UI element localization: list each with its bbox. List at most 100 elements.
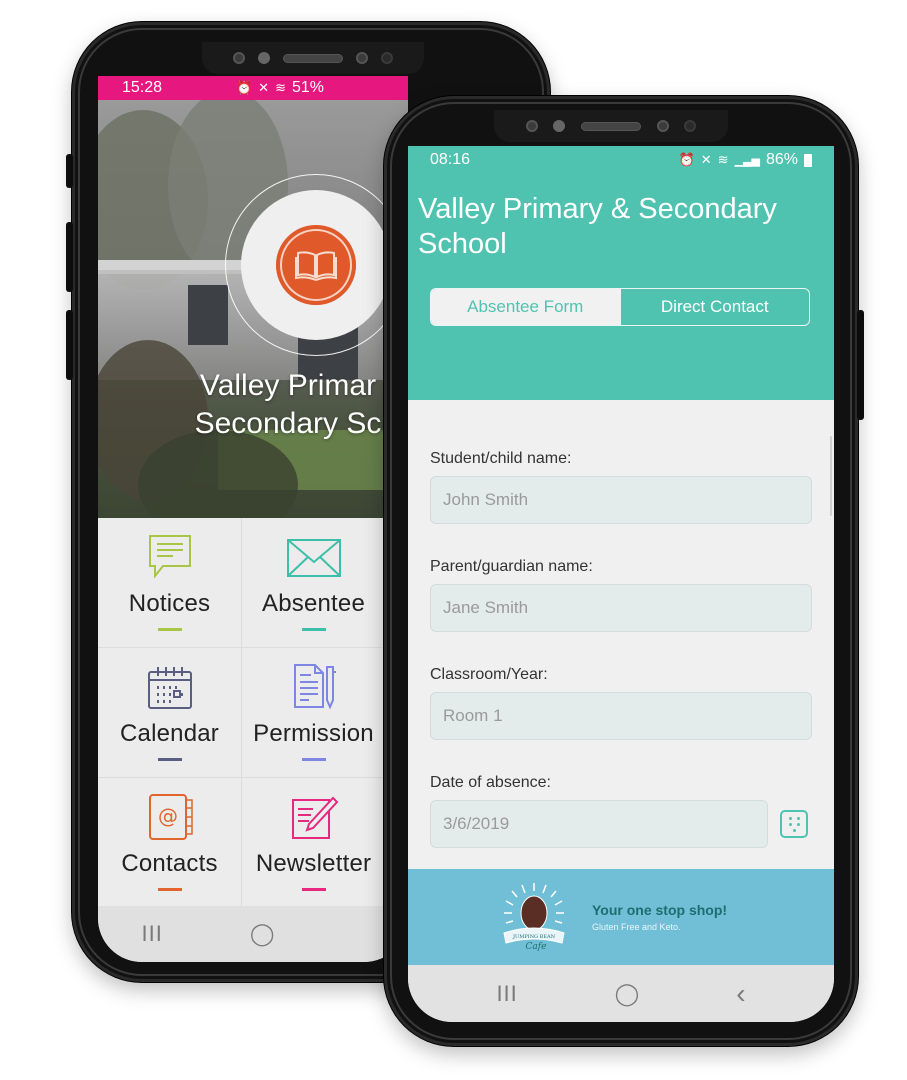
alarm-icon: ⏰ [678, 152, 695, 167]
recents-button[interactable]: III [142, 921, 163, 947]
date-label: Date of absence: [430, 774, 551, 791]
sensor-icon [684, 120, 697, 132]
svg-text:@: @ [158, 804, 178, 828]
calendar-dot [796, 816, 800, 820]
right-phone-screen: 08:16 ⏰ ✕ ≋ ▁▃▅ 86% Valley Primary & Sec… [408, 146, 834, 1022]
camera-notch [202, 42, 424, 74]
calendar-dot [792, 828, 796, 832]
cafe-brand-bottom: Cafe [526, 942, 547, 952]
tile-underline [157, 888, 182, 891]
ad-title: Your one stop shop! [592, 902, 728, 918]
calendar-icon [147, 667, 192, 709]
scrollbar[interactable] [830, 436, 832, 516]
tile-notices[interactable]: Notices [98, 518, 242, 648]
side-button [66, 154, 73, 188]
front-camera-icon [356, 52, 369, 64]
volume-button [66, 222, 73, 292]
edit-note-icon [291, 796, 338, 839]
hero-title-line: Valley Primar [199, 369, 377, 402]
sensor-icon [381, 52, 394, 64]
hero-banner: Valley Primar Secondary Sc [98, 100, 408, 518]
hero-title-line: Secondary Sc [194, 407, 382, 440]
status-time: 15:28 [122, 79, 163, 96]
segmented-tabs: Absentee Form Direct Contact [430, 288, 810, 326]
tile-permission[interactable]: Permission [242, 648, 386, 778]
signal-icon: ▁▃▅ [734, 154, 760, 167]
wifi-icon: ≋ [717, 152, 729, 167]
tile-calendar[interactable]: Calendar [98, 648, 242, 778]
recents-button[interactable]: III [496, 981, 517, 1007]
document-pen-icon [293, 664, 336, 710]
cafe-brand-top: JUMPING BEAN [512, 934, 556, 940]
calendar-dot [788, 816, 792, 820]
tile-underline [157, 628, 182, 631]
home-button[interactable]: ◯ [615, 981, 640, 1007]
menu-grid: Notices Absentee Calendar Permission @ C… [98, 518, 408, 908]
status-icons: ⏰ ✕ ≋ ▁▃▅ 86% [679, 151, 812, 169]
cafe-logo: JUMPING BEAN Cafe [498, 881, 570, 953]
app-header: 08:16 ⏰ ✕ ≋ ▁▃▅ 86% Valley Primary & Sec… [408, 146, 834, 400]
mute-icon: ✕ [258, 80, 270, 95]
tile-underline [301, 628, 326, 631]
speaker-grille [282, 53, 343, 63]
address-book-icon: @ [148, 794, 193, 840]
tab-absentee-form[interactable]: Absentee Form [431, 289, 620, 325]
tile-label: Absentee [261, 590, 365, 617]
classroom-input[interactable]: Room 1 [430, 692, 812, 740]
date-input[interactable]: 3/6/2019 [430, 800, 768, 848]
school-title: Valley Primary & Secondary School [418, 193, 777, 260]
android-nav-bar: III ◯ ‹ [408, 965, 834, 1022]
tile-label: Newsletter [255, 850, 372, 877]
hero-school-title: Valley Primar Secondary Sc [98, 367, 408, 443]
calendar-dot [788, 822, 792, 826]
status-bar: 15:28 ⏰ ✕ ≋ 51% [98, 76, 408, 100]
battery-icon [804, 153, 812, 167]
student-name-label: Student/child name: [430, 450, 572, 467]
sensor-icon [553, 120, 566, 132]
calendar-picker-button[interactable] [780, 810, 808, 838]
tab-direct-contact[interactable]: Direct Contact [619, 289, 810, 325]
status-icons: ⏰ ✕ ≋ 51% [236, 79, 384, 97]
wifi-icon: ≋ [275, 80, 286, 95]
ad-text: Your one stop shop! Gluten Free and Keto… [592, 902, 727, 932]
tile-label: Notices [128, 590, 211, 617]
back-button[interactable]: ‹ [736, 978, 745, 1010]
front-camera-icon [656, 120, 669, 132]
tile-underline [301, 888, 326, 891]
tile-underline [157, 758, 182, 761]
parent-name-input[interactable]: Jane Smith [430, 584, 812, 632]
tile-contacts[interactable]: @ Contacts [98, 778, 242, 908]
volume-button [66, 310, 73, 380]
student-name-input[interactable]: John Smith [430, 476, 812, 524]
right-phone-frame: 08:16 ⏰ ✕ ≋ ▁▃▅ 86% Valley Primary & Sec… [384, 96, 864, 1046]
left-phone-screen: 15:28 ⏰ ✕ ≋ 51% Valley Primar Secondary … [98, 76, 408, 962]
open-book-icon [276, 225, 356, 305]
tile-label: Permission [253, 720, 374, 747]
tile-newsletter[interactable]: Newsletter [242, 778, 386, 908]
home-button[interactable]: ◯ [250, 921, 275, 947]
power-button [857, 310, 864, 420]
status-bar: 08:16 ⏰ ✕ ≋ ▁▃▅ 86% [408, 146, 834, 174]
tile-label: Contacts [121, 850, 218, 877]
advertisement-banner[interactable]: JUMPING BEAN Cafe Your one stop shop! Gl… [408, 869, 834, 965]
tile-absentee[interactable]: Absentee [242, 518, 386, 648]
calendar-dot [796, 822, 800, 826]
tile-label: Calendar [120, 720, 219, 747]
speaker-grille [580, 121, 641, 131]
stage: 15:28 ⏰ ✕ ≋ 51% Valley Primar Secondary … [0, 0, 907, 1080]
sensor-icon [525, 120, 538, 132]
battery-percent: 51% [291, 79, 324, 96]
speech-bubble-icon [148, 535, 191, 579]
android-nav-bar: III ◯ [98, 906, 408, 962]
parent-name-label: Parent/guardian name: [430, 558, 593, 575]
alarm-icon: ⏰ [235, 80, 253, 95]
building-window [188, 285, 228, 345]
camera-notch [494, 110, 728, 142]
sensor-icon [232, 52, 245, 64]
school-logo [241, 190, 391, 340]
classroom-label: Classroom/Year: [430, 666, 548, 683]
mute-icon: ✕ [700, 152, 712, 167]
tile-underline [301, 758, 326, 761]
sensor-icon [257, 52, 270, 64]
envelope-icon [286, 539, 341, 577]
